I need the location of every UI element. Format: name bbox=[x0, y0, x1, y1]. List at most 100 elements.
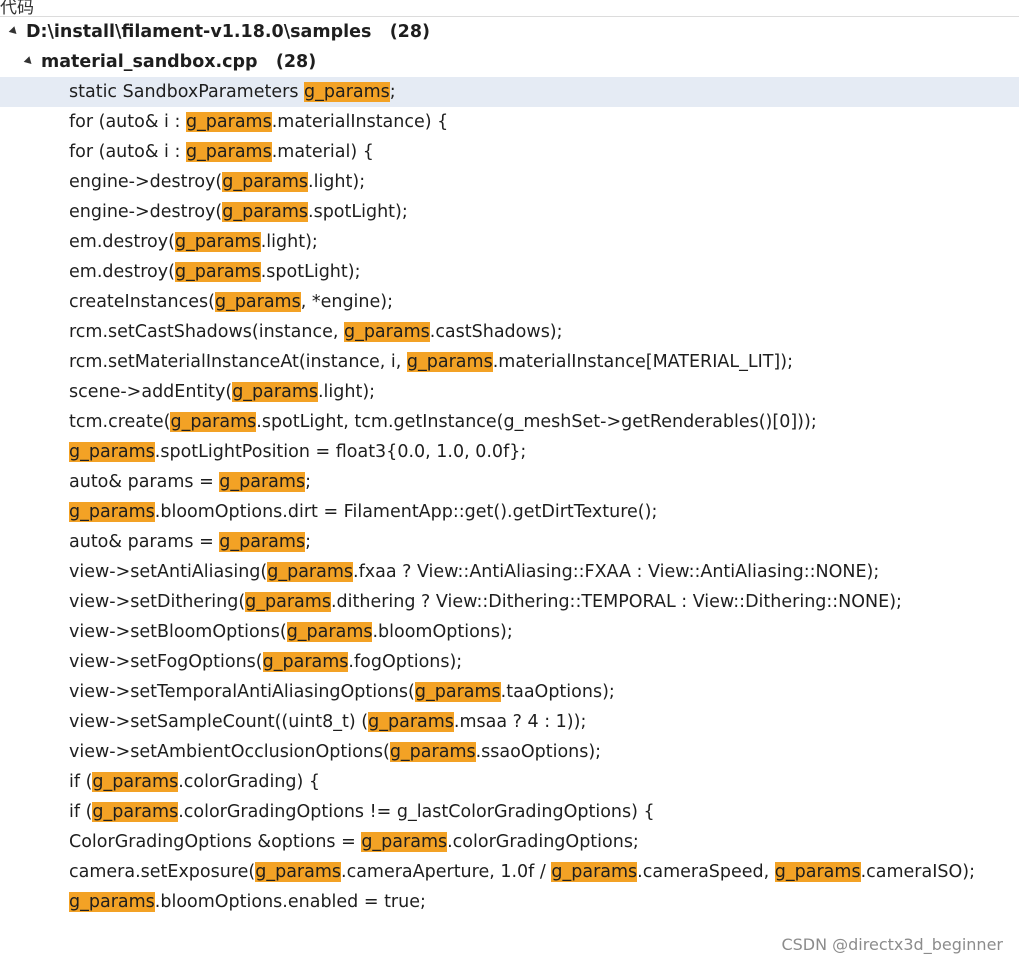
result-row[interactable]: g_params.bloomOptions.dirt = FilamentApp… bbox=[0, 497, 1019, 527]
result-row[interactable]: if (g_params.colorGradingOptions != g_la… bbox=[0, 797, 1019, 827]
result-row[interactable]: createInstances(g_params, *engine); bbox=[0, 287, 1019, 317]
code-text: if ( bbox=[69, 802, 93, 822]
code-text: .spotLight); bbox=[260, 262, 361, 282]
code-text: for (auto& i : bbox=[69, 142, 186, 162]
code-text: auto& params = bbox=[69, 472, 220, 492]
watermark: CSDN @directx3d_beginner bbox=[781, 935, 1003, 954]
code-text: .spotLight, tcm.getInstance(g_meshSet->g… bbox=[256, 412, 817, 432]
result-row[interactable]: view->setAmbientOcclusionOptions(g_param… bbox=[0, 737, 1019, 767]
code-text: .cameraSpeed, bbox=[637, 862, 775, 882]
code-text: .bloomOptions); bbox=[372, 622, 513, 642]
code-text: if ( bbox=[69, 772, 93, 792]
code-text: .spotLightPosition = float3{0.0, 1.0, 0.… bbox=[154, 442, 527, 462]
code-text: view->setAmbientOcclusionOptions( bbox=[69, 742, 390, 762]
result-row[interactable]: for (auto& i : g_params.materialInstance… bbox=[0, 107, 1019, 137]
match-highlight: g_params bbox=[185, 112, 272, 132]
match-highlight: g_params bbox=[774, 862, 861, 882]
result-row[interactable]: auto& params = g_params; bbox=[0, 527, 1019, 557]
code-text: .cameraISO); bbox=[860, 862, 975, 882]
find-results-tree: D:\install\filament-v1.18.0\samples (28)… bbox=[0, 17, 1019, 917]
result-row[interactable]: camera.setExposure(g_params.cameraApertu… bbox=[0, 857, 1019, 887]
match-highlight: g_params bbox=[222, 172, 309, 192]
result-row[interactable]: tcm.create(g_params.spotLight, tcm.getIn… bbox=[0, 407, 1019, 437]
code-text: .materialInstance) { bbox=[271, 112, 449, 132]
result-row[interactable]: rcm.setMaterialInstanceAt(instance, i, g… bbox=[0, 347, 1019, 377]
match-highlight: g_params bbox=[219, 532, 306, 552]
code-text: .colorGradingOptions; bbox=[447, 832, 639, 852]
result-row[interactable]: view->setAntiAliasing(g_params.fxaa ? Vi… bbox=[0, 557, 1019, 587]
code-text: engine->destroy( bbox=[69, 172, 223, 192]
result-row[interactable]: g_params.bloomOptions.enabled = true; bbox=[0, 887, 1019, 917]
result-list: static SandboxParameters g_params; for (a… bbox=[0, 77, 1019, 917]
match-highlight: g_params bbox=[214, 292, 301, 312]
file-node[interactable]: material_sandbox.cpp (28) bbox=[0, 47, 1019, 77]
match-highlight: g_params bbox=[343, 322, 430, 342]
match-highlight: g_params bbox=[170, 412, 257, 432]
result-row[interactable]: em.destroy(g_params.spotLight); bbox=[0, 257, 1019, 287]
code-text: engine->destroy( bbox=[69, 202, 223, 222]
result-row[interactable]: if (g_params.colorGrading) { bbox=[0, 767, 1019, 797]
match-highlight: g_params bbox=[414, 682, 501, 702]
code-text: .colorGradingOptions != g_lastColorGradi… bbox=[178, 802, 655, 822]
code-text: scene->addEntity( bbox=[69, 382, 233, 402]
folder-path: D:\install\filament-v1.18.0\samples bbox=[26, 22, 372, 42]
code-text: for (auto& i : bbox=[69, 112, 186, 132]
match-highlight: g_params bbox=[69, 502, 155, 522]
code-text: static SandboxParameters bbox=[69, 82, 305, 102]
code-text: ; bbox=[305, 472, 311, 492]
result-row[interactable]: rcm.setCastShadows(instance, g_params.ca… bbox=[0, 317, 1019, 347]
code-text: em.destroy( bbox=[69, 262, 175, 282]
code-text: rcm.setMaterialInstanceAt(instance, i, bbox=[69, 352, 407, 372]
match-highlight: g_params bbox=[406, 352, 493, 372]
match-highlight: g_params bbox=[69, 892, 155, 912]
code-text: view->setDithering( bbox=[69, 592, 246, 612]
result-row[interactable]: view->setTemporalAntiAliasingOptions(g_p… bbox=[0, 677, 1019, 707]
result-row[interactable]: ColorGradingOptions &options = g_params.… bbox=[0, 827, 1019, 857]
match-highlight: g_params bbox=[255, 862, 342, 882]
match-highlight: g_params bbox=[361, 832, 448, 852]
code-text: , *engine); bbox=[300, 292, 394, 312]
code-text: view->setFogOptions( bbox=[69, 652, 263, 672]
file-name: material_sandbox.cpp bbox=[41, 52, 258, 72]
result-row[interactable]: auto& params = g_params; bbox=[0, 467, 1019, 497]
match-highlight: g_params bbox=[174, 262, 261, 282]
code-text: auto& params = bbox=[69, 532, 220, 552]
code-text: .taaOptions); bbox=[500, 682, 615, 702]
code-text: .fxaa ? View::AntiAliasing::FXAA : View:… bbox=[353, 562, 880, 582]
file-count: (28) bbox=[275, 52, 317, 72]
match-highlight: g_params bbox=[219, 472, 306, 492]
match-highlight: g_params bbox=[267, 562, 354, 582]
panel-title-strip: 代码 bbox=[0, 0, 1019, 17]
result-row[interactable]: static SandboxParameters g_params; bbox=[0, 77, 1019, 107]
code-text: view->setBloomOptions( bbox=[69, 622, 287, 642]
result-row[interactable]: em.destroy(g_params.light); bbox=[0, 227, 1019, 257]
expand-triangle-icon[interactable] bbox=[23, 56, 35, 67]
match-highlight: g_params bbox=[304, 82, 390, 102]
code-text: camera.setExposure( bbox=[69, 862, 256, 882]
result-row[interactable]: view->setBloomOptions(g_params.bloomOpti… bbox=[0, 617, 1019, 647]
result-row[interactable]: view->setSampleCount((uint8_t) (g_params… bbox=[0, 707, 1019, 737]
match-highlight: g_params bbox=[69, 442, 155, 462]
result-row[interactable]: engine->destroy(g_params.spotLight); bbox=[0, 197, 1019, 227]
match-highlight: g_params bbox=[92, 802, 179, 822]
code-text: ; bbox=[389, 82, 396, 102]
match-highlight: g_params bbox=[92, 772, 179, 792]
result-row[interactable]: scene->addEntity(g_params.light); bbox=[0, 377, 1019, 407]
result-row[interactable]: g_params.spotLightPosition = float3{0.0,… bbox=[0, 437, 1019, 467]
code-text: ; bbox=[305, 532, 311, 552]
code-text: .castShadows); bbox=[429, 322, 563, 342]
result-row[interactable]: engine->destroy(g_params.light); bbox=[0, 167, 1019, 197]
code-text: .material) { bbox=[271, 142, 374, 162]
panel-title: 代码 bbox=[0, 0, 34, 17]
result-row[interactable]: for (auto& i : g_params.material) { bbox=[0, 137, 1019, 167]
code-text: view->setTemporalAntiAliasingOptions( bbox=[69, 682, 415, 702]
match-highlight: g_params bbox=[222, 202, 309, 222]
result-row[interactable]: view->setDithering(g_params.dithering ? … bbox=[0, 587, 1019, 617]
result-row[interactable]: view->setFogOptions(g_params.fogOptions)… bbox=[0, 647, 1019, 677]
expand-triangle-icon[interactable] bbox=[8, 26, 20, 37]
folder-node[interactable]: D:\install\filament-v1.18.0\samples (28) bbox=[0, 17, 1019, 47]
code-text: .ssaoOptions); bbox=[475, 742, 602, 762]
code-text: .spotLight); bbox=[308, 202, 408, 222]
code-text: .bloomOptions.dirt = FilamentApp::get().… bbox=[154, 502, 658, 522]
code-text: .cameraAperture, 1.0f / bbox=[341, 862, 552, 882]
